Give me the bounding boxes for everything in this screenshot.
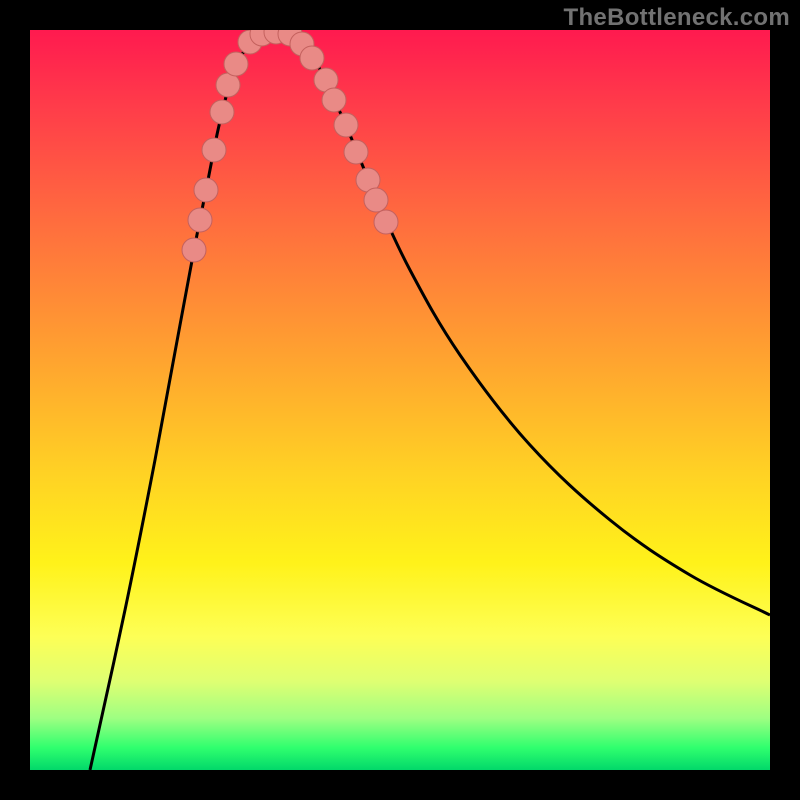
data-marker xyxy=(364,188,388,212)
watermark-label: TheBottleneck.com xyxy=(564,4,790,32)
data-markers xyxy=(182,30,398,262)
data-marker xyxy=(224,52,248,76)
data-marker xyxy=(202,138,226,162)
data-marker xyxy=(374,210,398,234)
data-marker xyxy=(194,178,218,202)
data-marker xyxy=(182,238,206,262)
data-marker xyxy=(322,88,346,112)
data-marker xyxy=(300,46,324,70)
chart-svg xyxy=(30,30,770,770)
data-marker xyxy=(334,113,358,137)
bottleneck-curve xyxy=(90,31,770,770)
data-marker xyxy=(210,100,234,124)
data-marker xyxy=(188,208,212,232)
chart-plot-area xyxy=(30,30,770,770)
data-marker xyxy=(216,73,240,97)
data-marker xyxy=(344,140,368,164)
